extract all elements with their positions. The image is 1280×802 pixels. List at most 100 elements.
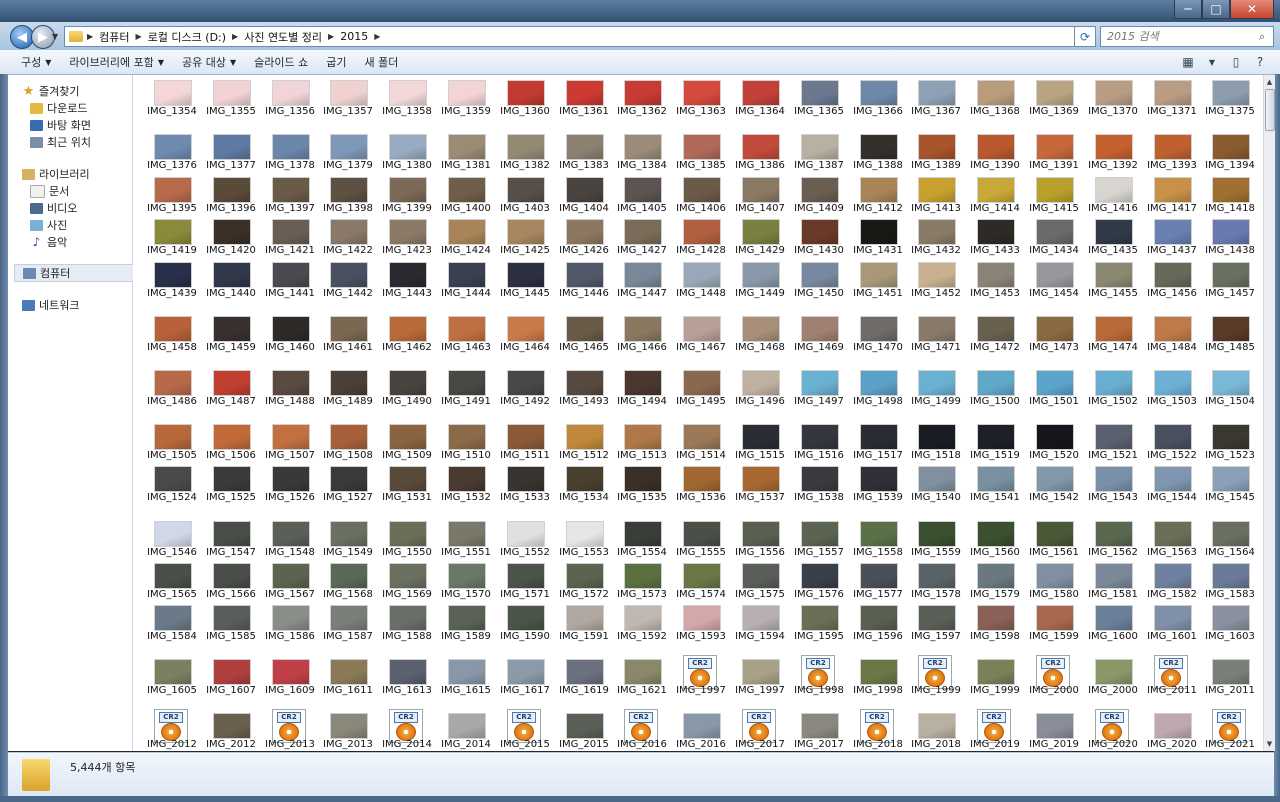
vertical-scrollbar[interactable]: ▲ ▼: [1263, 75, 1275, 751]
nav-computer[interactable]: 컴퓨터: [14, 264, 134, 282]
nav-desktop[interactable]: 바탕 화면: [30, 117, 91, 133]
maximize-icon: □: [1210, 2, 1222, 16]
breadcrumb-2015[interactable]: 2015: [340, 30, 368, 43]
photo-thumbnail: [1036, 262, 1074, 288]
file-name: IMG_1615: [441, 685, 491, 696]
cr2-file-icon: CR2: [507, 709, 541, 743]
photo-thumbnail: [448, 219, 486, 245]
nav-pictures[interactable]: 사진: [30, 217, 67, 233]
search-box[interactable]: ⌕: [1100, 26, 1274, 47]
photo-thumbnail: [683, 424, 721, 450]
slideshow-label: 슬라이드 쇼: [254, 56, 309, 69]
file-name: IMG_1557: [794, 547, 844, 558]
file-name: IMG_1444: [441, 288, 491, 299]
photo-thumbnail: [566, 370, 604, 396]
cr2-tag: CR2: [923, 658, 947, 669]
photo-thumbnail: [272, 605, 310, 631]
cr2-tag: CR2: [159, 712, 183, 723]
search-icon[interactable]: ⌕: [1259, 30, 1265, 44]
scrollbar-thumb[interactable]: [1265, 89, 1275, 131]
file-name: IMG_1601: [1147, 631, 1197, 642]
file-name: IMG_1440: [206, 288, 256, 299]
close-button[interactable]: ✕: [1230, 0, 1274, 19]
preview-pane-button[interactable]: ▯: [1224, 52, 1248, 72]
photo-thumbnail: [918, 80, 956, 106]
photo-thumbnail: [1154, 177, 1192, 203]
organize-menu[interactable]: 구성 ▼: [12, 51, 60, 73]
view-options-dropdown[interactable]: ▼: [1200, 52, 1224, 72]
file-name: IMG_1368: [970, 106, 1020, 117]
chevron-right-icon[interactable]: ▶: [87, 32, 93, 41]
file-name: IMG_1511: [500, 450, 550, 461]
breadcrumb-local-disk[interactable]: 로컬 디스크 (D:): [148, 29, 226, 45]
nav-music[interactable]: ♪ 음악: [30, 234, 68, 250]
file-name: IMG_1518: [911, 450, 961, 461]
search-input[interactable]: [1101, 29, 1259, 44]
include-in-library-menu[interactable]: 라이브러리에 포함 ▼: [60, 51, 173, 73]
file-name: IMG_2019: [970, 739, 1020, 750]
photo-thumbnail: [507, 605, 545, 631]
nav-recent-places[interactable]: 최근 위치: [30, 134, 91, 150]
refresh-button[interactable]: ⟳: [1074, 26, 1096, 47]
cr2-tag: CR2: [1041, 658, 1065, 669]
scroll-down-arrow-icon[interactable]: ▼: [1264, 737, 1275, 751]
breadcrumb-photo-folder[interactable]: 사진 연도별 정리: [244, 29, 322, 45]
address-bar[interactable]: ▶ 컴퓨터 ▶ 로컬 디스크 (D:) ▶ 사진 연도별 정리 ▶ 2015 ▶: [64, 26, 1076, 47]
photo-thumbnail: [1095, 370, 1133, 396]
file-name: IMG_1525: [206, 492, 256, 503]
breadcrumb-computer[interactable]: 컴퓨터: [99, 29, 129, 45]
file-name: IMG_1549: [323, 547, 373, 558]
recent-pages-dropdown[interactable]: ▼: [52, 32, 62, 42]
maximize-button[interactable]: □: [1202, 0, 1230, 19]
file-name: IMG_1354: [147, 106, 197, 117]
photo-thumbnail: [977, 563, 1015, 589]
nav-libraries[interactable]: 라이브러리: [22, 166, 90, 182]
nav-downloads[interactable]: 다운로드: [30, 100, 87, 116]
photo-thumbnail: [213, 370, 251, 396]
file-name: IMG_1417: [1147, 203, 1197, 214]
chevron-right-icon[interactable]: ▶: [328, 32, 334, 41]
photo-thumbnail: [801, 521, 839, 547]
chevron-right-icon[interactable]: ▶: [136, 32, 142, 41]
photo-thumbnail: [330, 370, 368, 396]
nav-network[interactable]: 네트워크: [22, 297, 79, 313]
photo-thumbnail: [801, 370, 839, 396]
photo-thumbnail: [624, 262, 662, 288]
video-icon: [30, 202, 43, 214]
file-name: IMG_2016: [676, 739, 726, 750]
help-button[interactable]: ?: [1248, 52, 1272, 72]
new-folder-button[interactable]: 새 폴더: [356, 51, 408, 73]
nav-documents[interactable]: 문서: [30, 183, 69, 199]
chevron-right-icon[interactable]: ▶: [232, 32, 238, 41]
minimize-button[interactable]: ─: [1174, 0, 1202, 19]
chevron-right-icon[interactable]: ▶: [374, 32, 380, 41]
file-name: IMG_1393: [1147, 160, 1197, 171]
file-name: IMG_1418: [1205, 203, 1255, 214]
photo-thumbnail: [566, 713, 604, 739]
file-name: IMG_1577: [853, 589, 903, 600]
photo-thumbnail: [272, 177, 310, 203]
file-name: IMG_1555: [676, 547, 726, 558]
network-icon: [22, 299, 35, 311]
photo-thumbnail: [977, 262, 1015, 288]
file-name: IMG_1597: [911, 631, 961, 642]
file-name: IMG_1462: [382, 342, 432, 353]
photo-thumbnail: [1154, 370, 1192, 396]
nav-videos[interactable]: 비디오: [30, 200, 77, 216]
file-name: IMG_1435: [1088, 245, 1138, 256]
slideshow-button[interactable]: 슬라이드 쇼: [245, 51, 317, 73]
file-name: IMG_1441: [265, 288, 315, 299]
share-with-menu[interactable]: 공유 대상 ▼: [173, 51, 245, 73]
photo-thumbnail: [213, 605, 251, 631]
file-name: IMG_1550: [382, 547, 432, 558]
file-name: IMG_1594: [735, 631, 785, 642]
photo-thumbnail: [683, 316, 721, 342]
navigation-pane: ★ 즐겨찾기 다운로드 바탕 화면 최근 위치 라이브러리 문서 비디오 사진 ♪…: [8, 75, 134, 751]
file-name: IMG_2011: [1205, 685, 1255, 696]
photo-thumbnail: [272, 370, 310, 396]
change-view-button[interactable]: ▦: [1176, 52, 1200, 72]
scroll-up-arrow-icon[interactable]: ▲: [1264, 75, 1275, 89]
nav-favorites[interactable]: ★ 즐겨찾기: [22, 83, 80, 99]
burn-button[interactable]: 굽기: [317, 51, 355, 73]
forward-arrow-icon: ▶: [38, 29, 48, 45]
